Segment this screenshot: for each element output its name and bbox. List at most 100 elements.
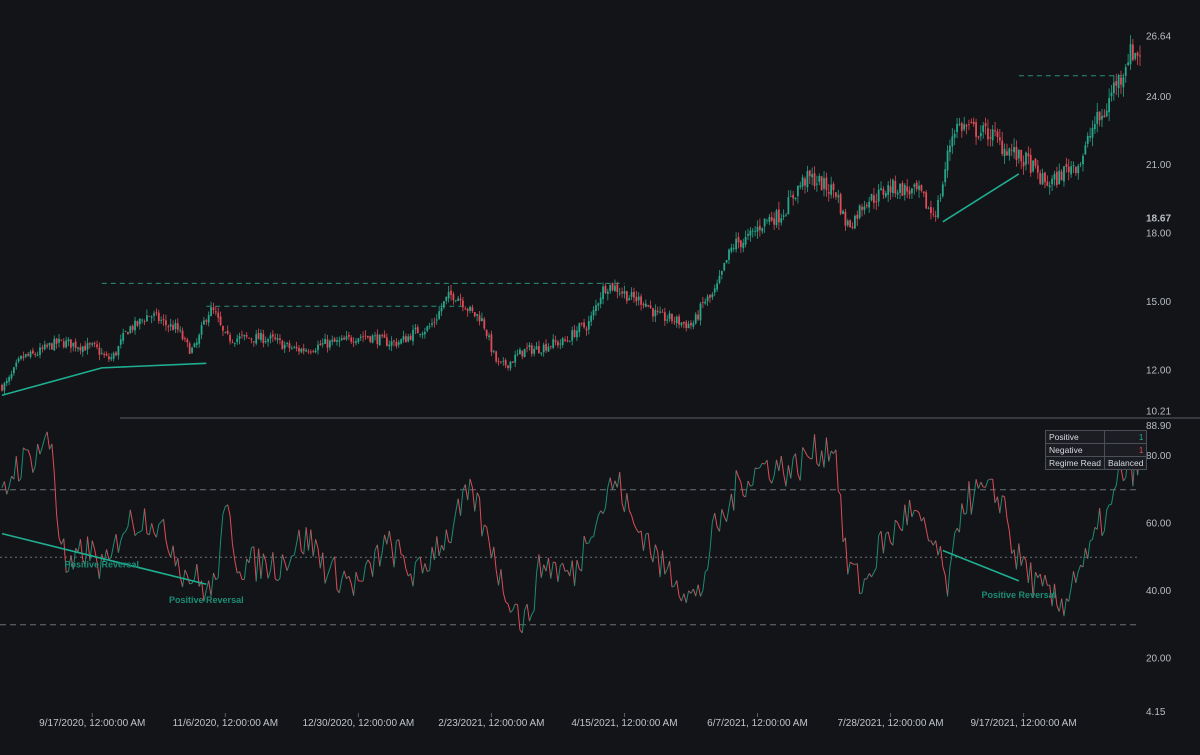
candle-body <box>312 351 314 352</box>
candle-body <box>1018 150 1020 159</box>
candle-body <box>845 212 847 226</box>
candle-body <box>1125 67 1127 76</box>
oscillator-segment <box>575 560 577 586</box>
candle-body <box>638 296 640 300</box>
oscillator-segment <box>365 560 367 565</box>
candle-body <box>355 341 357 343</box>
oscillator-segment <box>831 451 833 454</box>
candle-body <box>1061 172 1063 181</box>
oscillator-segment <box>591 537 593 538</box>
oscillator-segment <box>423 563 425 573</box>
candle-body <box>859 206 861 218</box>
oscillator-axis: 88.9080.0060.0040.0020.004.15 <box>1146 421 1171 718</box>
candle-body <box>533 349 535 354</box>
oscillator-segment <box>411 574 413 587</box>
oscillator-segment <box>487 527 489 541</box>
candle-body <box>640 296 642 304</box>
oscillator-segment <box>1009 531 1011 554</box>
oscillator-segment <box>152 523 154 533</box>
candle-body <box>279 338 281 340</box>
candle-body <box>1037 165 1039 172</box>
candle-body <box>229 335 231 342</box>
candle-body <box>899 184 901 193</box>
oscillator-segment <box>926 529 928 541</box>
oscillator-segment <box>962 503 964 514</box>
oscillator-segment <box>848 562 850 574</box>
oscillator-segment <box>898 523 900 529</box>
candle-body <box>103 354 105 355</box>
price-tick-label: 18.00 <box>1146 229 1171 240</box>
oscillator-tick-label: 4.15 <box>1146 707 1166 718</box>
date-axis: 9/17/2020, 12:00:00 AM11/6/2020, 12:00:0… <box>39 713 1077 729</box>
candle-body <box>685 322 687 328</box>
candle-body <box>481 318 483 321</box>
candle-body <box>669 313 671 319</box>
candle-body <box>110 357 112 359</box>
candle-body <box>754 231 756 232</box>
oscillator-segment <box>382 535 384 553</box>
oscillator-segment <box>705 570 707 572</box>
oscillator-segment <box>829 451 831 462</box>
candle-body <box>310 352 312 353</box>
candle-body <box>8 377 10 382</box>
oscillator-segment <box>2 481 4 487</box>
candle-body <box>650 306 652 308</box>
candle-body <box>951 136 953 146</box>
candle-body <box>647 305 649 306</box>
candle-body <box>6 381 8 383</box>
candle-body <box>631 292 633 297</box>
price-oscillator-chart: 26.6424.0021.0018.6718.0015.0012.0010.21… <box>0 0 1200 750</box>
oscillator-segment <box>738 477 740 482</box>
oscillator-segment <box>824 438 826 468</box>
candle-body <box>500 361 502 362</box>
candle-body <box>125 331 127 332</box>
candle-body <box>258 333 260 339</box>
oscillator-segment <box>691 589 693 593</box>
oscillator-segment <box>670 561 672 587</box>
candle-body <box>662 312 664 313</box>
candle-body <box>27 354 29 356</box>
oscillator-segment <box>116 534 118 553</box>
oscillator-segment <box>510 610 512 613</box>
oscillator-segment <box>781 456 783 474</box>
candle-body <box>536 346 538 349</box>
candle-body <box>443 301 445 307</box>
candle-body <box>529 345 531 347</box>
candle-body <box>179 330 181 331</box>
candle-body <box>921 185 923 191</box>
candle-body <box>151 317 153 318</box>
candle-body <box>386 337 388 346</box>
oscillator-segment <box>912 510 914 517</box>
candle-body <box>1054 174 1056 179</box>
oscillator-segment <box>753 468 755 485</box>
oscillator-segment <box>931 541 933 545</box>
oscillator-segment <box>496 570 498 586</box>
oscillator-segment <box>596 515 598 525</box>
candle-body <box>393 341 395 342</box>
oscillator-segment <box>967 481 969 513</box>
oscillator-segment <box>171 546 173 558</box>
oscillator-segment <box>629 510 631 515</box>
oscillator-segment <box>1059 599 1061 612</box>
candle-body <box>1035 159 1037 166</box>
regime-row-positive: Positive 1 <box>1046 431 1147 444</box>
candle-body <box>410 336 412 340</box>
candles <box>1 35 1141 394</box>
candle-body <box>63 342 65 348</box>
candle-body <box>1108 98 1110 112</box>
oscillator-segment <box>401 554 403 555</box>
oscillator-segment <box>836 450 838 491</box>
candle-body <box>1106 111 1108 117</box>
candle-body <box>721 271 723 275</box>
candle-body <box>564 340 566 341</box>
candle-body <box>654 310 656 316</box>
oscillator-segment <box>240 572 242 580</box>
date-tick-label: 11/6/2020, 12:00:00 AM <box>173 718 278 729</box>
candle-body <box>690 323 692 326</box>
candle-body <box>1032 161 1034 172</box>
oscillator-segment <box>194 564 196 579</box>
oscillator-segment <box>80 539 82 559</box>
candle-body <box>433 322 435 323</box>
candle-body <box>1120 77 1122 84</box>
candle-body <box>99 348 101 355</box>
